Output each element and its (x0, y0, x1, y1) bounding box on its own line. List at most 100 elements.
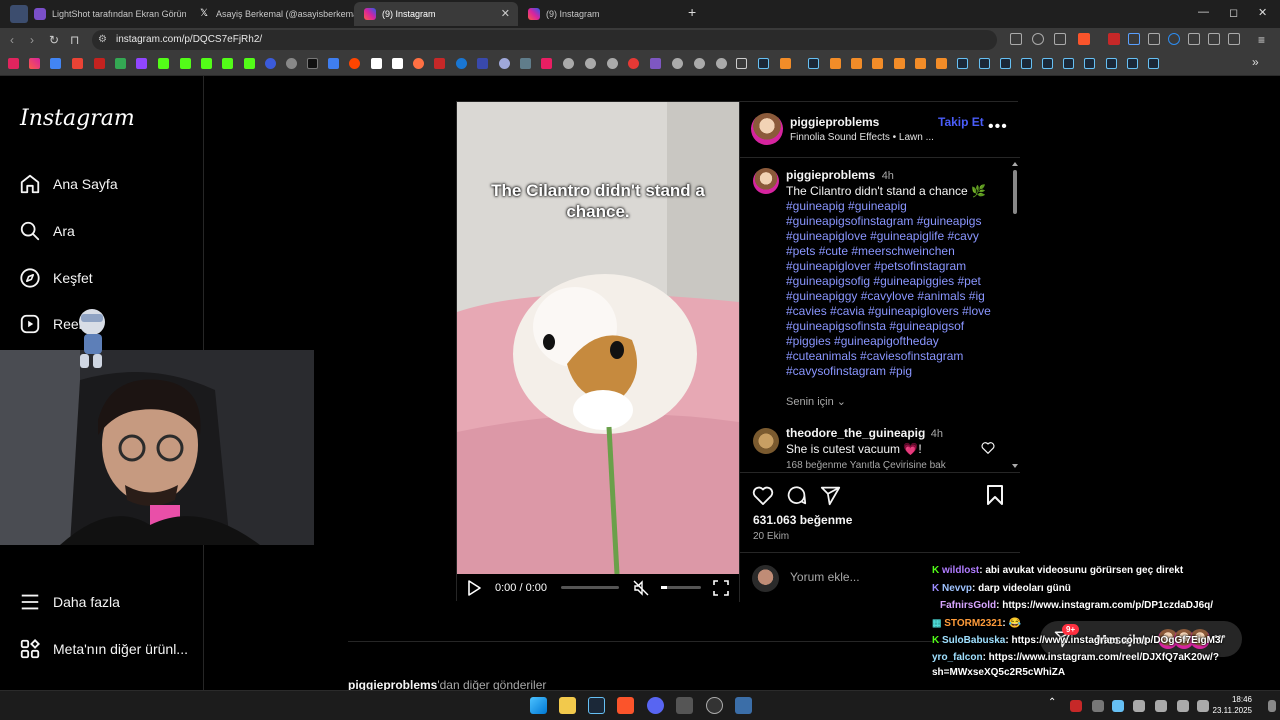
bookmark-icon[interactable] (158, 58, 169, 69)
cast-icon[interactable] (1010, 33, 1022, 45)
bookmark-icon[interactable] (716, 58, 727, 69)
bookmark-icon[interactable] (349, 58, 360, 69)
comment-like-icon[interactable] (981, 441, 995, 457)
bookmark-icon[interactable] (180, 58, 191, 69)
app-icon[interactable] (676, 697, 693, 714)
url-field[interactable]: ⚙ instagram.com/p/DQCS7eFjRh2/ (92, 30, 997, 50)
mute-icon[interactable] (633, 580, 649, 599)
bookmark-icon[interactable] (851, 58, 862, 69)
close-window-button[interactable]: ✕ (1258, 6, 1267, 19)
comment-username[interactable]: theodore_the_guineapig (786, 426, 925, 440)
tray-icon[interactable] (1070, 700, 1082, 712)
bookmark-icon[interactable] (563, 58, 574, 69)
steam-icon[interactable] (1106, 58, 1117, 69)
folder-icon[interactable] (736, 58, 747, 69)
bookmark-icon[interactable] (307, 58, 318, 69)
sidebar-icon[interactable] (1228, 33, 1240, 45)
more-bookmarks-icon[interactable]: » (1252, 55, 1259, 69)
bookmark-icon[interactable]: ⊓ (70, 33, 79, 47)
site-info-icon[interactable]: ⚙ (98, 34, 107, 45)
extension-icon[interactable] (1148, 33, 1160, 45)
zoom-icon[interactable] (1032, 33, 1044, 45)
bookmark-icon[interactable] (607, 58, 618, 69)
steam-icon[interactable] (1127, 58, 1138, 69)
more-options-icon[interactable]: ••• (988, 118, 1008, 136)
comment-meta[interactable]: 168 beğenme Yanıtla Çevirisine bak (786, 460, 946, 471)
play-icon[interactable] (467, 580, 481, 599)
bookmark-icon[interactable] (201, 58, 212, 69)
bookmark-icon[interactable] (413, 58, 424, 69)
bookmark-icon[interactable] (830, 58, 841, 69)
extension-icon[interactable] (1128, 33, 1140, 45)
notification-icon[interactable] (1268, 700, 1276, 712)
like-icon[interactable] (752, 485, 774, 508)
minimize-button[interactable]: — (1198, 6, 1209, 18)
bookmark-icon[interactable] (94, 58, 105, 69)
tab-instagram-active[interactable]: (9) Instagram ✕ (354, 2, 518, 26)
tab-x[interactable]: 𝕏 Asayiş Berkemal (@asayisberkemal0) (188, 2, 354, 26)
bookmark-icon[interactable] (72, 58, 83, 69)
video-progress-bar[interactable] (561, 586, 619, 589)
comments-scrollbar[interactable] (1012, 162, 1018, 468)
steam-icon[interactable] (957, 58, 968, 69)
bookmark-icon[interactable] (328, 58, 339, 69)
steam-icon[interactable] (758, 58, 769, 69)
menu-icon[interactable]: ≡ (1258, 33, 1265, 47)
app-icon[interactable] (735, 697, 752, 714)
sidebar-item-meta[interactable]: Meta'nın diğer ürünl... (18, 635, 188, 663)
bookmark-icon[interactable] (222, 58, 233, 69)
bookmark-icon[interactable] (434, 58, 445, 69)
steam-icon[interactable] (1042, 58, 1053, 69)
tray-icon[interactable] (1092, 700, 1104, 712)
sidebar-item-more[interactable]: Daha fazla (18, 588, 120, 616)
bookmark-icon[interactable] (136, 58, 147, 69)
volume-slider[interactable] (661, 586, 701, 589)
bookmark-icon[interactable] (8, 58, 19, 69)
bookmark-icon[interactable] (541, 58, 552, 69)
bookmark-icon[interactable] (456, 58, 467, 69)
discord-icon[interactable] (647, 697, 664, 714)
sidebar-item-explore[interactable]: Keşfet (18, 264, 93, 292)
bookmark-icon[interactable] (894, 58, 905, 69)
brave-icon[interactable] (617, 697, 634, 714)
bookmark-icon[interactable] (585, 58, 596, 69)
fullscreen-icon[interactable] (713, 580, 729, 599)
maximize-button[interactable]: ◻ (1229, 6, 1238, 19)
new-tab-button[interactable]: + (688, 4, 696, 20)
bookmark-icon[interactable] (265, 58, 276, 69)
tray-icon[interactable] (1112, 700, 1124, 712)
extension-icon[interactable] (1108, 33, 1120, 45)
follow-button[interactable]: Takip Et (938, 115, 984, 129)
steam-icon[interactable] (588, 697, 605, 714)
puzzle-icon[interactable] (1208, 33, 1220, 45)
post-video[interactable]: The Cilantro didn't stand a chance. 0:00… (457, 102, 739, 602)
bookmark-icon[interactable] (694, 58, 705, 69)
bookmark-icon[interactable] (872, 58, 883, 69)
comment-input[interactable]: Yorum ekle... (790, 570, 860, 584)
avatar[interactable] (751, 113, 783, 145)
bookmark-icon[interactable] (50, 58, 61, 69)
tab-instagram[interactable]: (9) Instagram (518, 2, 682, 26)
steam-icon[interactable] (1063, 58, 1074, 69)
bookmark-icon[interactable] (477, 58, 488, 69)
extension-icon[interactable] (1188, 33, 1200, 45)
windows-start-icon[interactable] (530, 697, 547, 714)
bookmark-icon[interactable] (286, 58, 297, 69)
network-icon[interactable] (1177, 700, 1189, 712)
bookmark-icon[interactable] (780, 58, 791, 69)
bookmark-icon[interactable] (244, 58, 255, 69)
audio-label[interactable]: Finnolia Sound Effects • Lawn ... (790, 132, 934, 143)
caption-username[interactable]: piggieproblems (786, 168, 875, 182)
caption-hashtags[interactable]: #guineapig #guineapig #guineapigsofinsta… (786, 199, 991, 378)
steam-icon[interactable] (1021, 58, 1032, 69)
bookmark-icon[interactable] (672, 58, 683, 69)
sidebar-item-search[interactable]: Ara (18, 217, 75, 245)
brave-shield-icon[interactable] (1078, 33, 1090, 45)
share-icon[interactable] (820, 485, 841, 509)
author-username[interactable]: piggieproblems (790, 115, 879, 129)
steam-icon[interactable] (808, 58, 819, 69)
volume-icon[interactable] (1197, 700, 1209, 712)
bookmark-icon[interactable] (371, 58, 382, 69)
avatar[interactable] (753, 168, 779, 194)
obs-icon[interactable] (706, 697, 723, 714)
